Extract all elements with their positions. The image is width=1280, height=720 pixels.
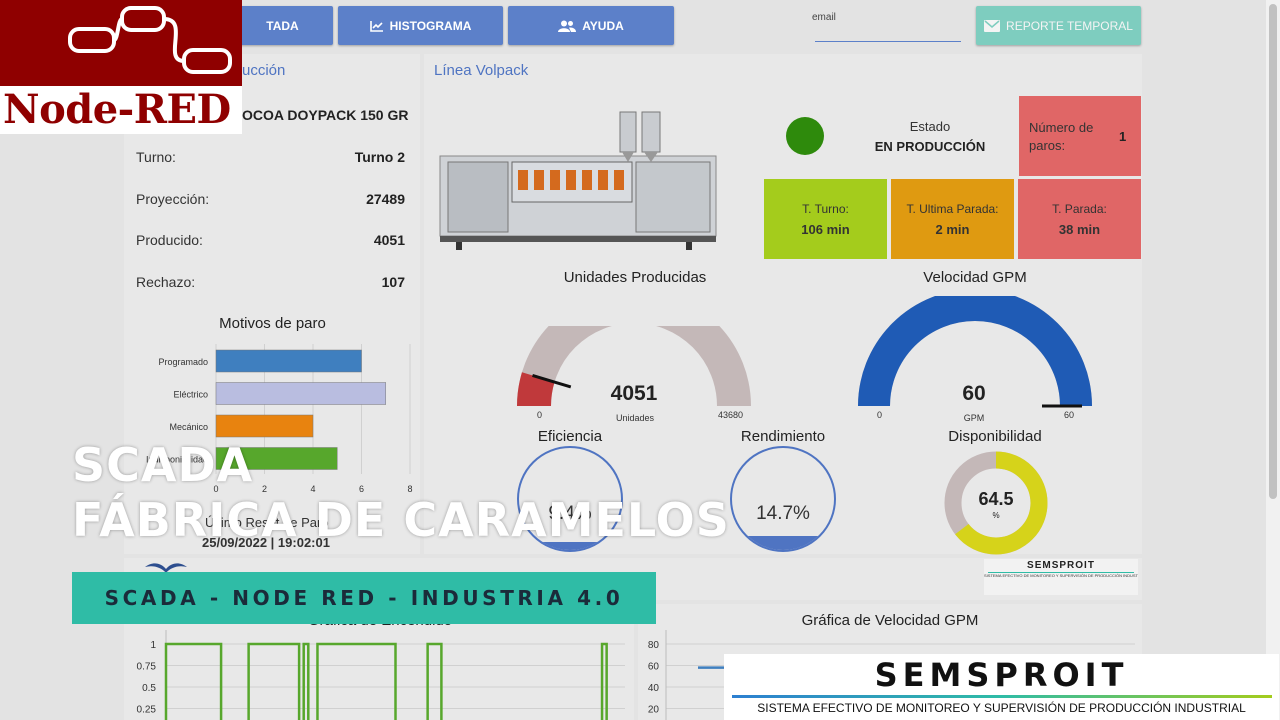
nav-button-histograma[interactable]: HISTOGRAMA [338,6,503,45]
units-gauge-min: 0 [537,410,543,420]
email-label: email [812,12,836,23]
rechazo-label: Rechazo: [136,274,196,290]
producido-value: 4051 [373,232,405,248]
report-button[interactable]: REPORTE TEMPORAL [976,6,1141,45]
category-label: Mecánico [169,422,208,432]
gauge-arc [517,372,555,407]
units-gauge-unit: Unidades [615,413,655,423]
producido-label: Producido: [136,232,203,248]
y-tick-label: 0.75 [137,662,157,673]
y-tick-label: 0.5 [142,683,156,694]
semsproit-name: SEMSPROIT [874,656,1129,694]
semsproit-small-tagline: SISTEMA EFECTIVO DE MONITOREO Y SUPERVIS… [984,573,1138,578]
velocidad-chart-title: Gráfica de Velocidad GPM [801,612,979,629]
rendimiento-ring [730,446,836,552]
product-name: OCOA DOYPACK 150 GR [242,107,409,123]
rendimiento-fill [732,536,834,550]
category-label: Eléctrico [173,390,208,400]
overlay-banner: SCADA - NODE RED - INDUSTRIA 4.0 [72,572,656,624]
overlay-banner-text: SCADA - NODE RED - INDUSTRIA 4.0 [104,586,624,610]
speed-gauge-unit: GPM [963,413,985,423]
y-tick-label: 80 [648,640,660,651]
nav-button-label: AYUDA [582,18,624,33]
turno-value: Turno 2 [354,149,405,165]
semsproit-divider [732,695,1272,698]
bar [215,382,386,405]
units-gauge-value: 4051 [610,382,658,405]
status-indicator [786,117,824,155]
y-tick-label: 40 [648,683,660,694]
bar [215,349,362,373]
nav-button-ayuda[interactable]: AYUDA [508,6,674,45]
machine-image [436,100,718,250]
paros-label: Número de paros: [1029,120,1094,153]
semsproit-logo: SEMSPROIT SISTEMA EFECTIVO DE MONITOREO … [724,654,1279,720]
motivos-chart-title: Motivos de paro [219,315,326,332]
users-icon [558,20,577,32]
disponibilidad-title: Disponibilidad [948,428,1042,445]
rechazo-value: 107 [381,274,405,290]
node-red-logo-text: Node-RED [3,86,231,133]
paros-tile: Número de paros: 1 [1019,96,1141,176]
chart-line-icon [369,20,383,32]
speed-gauge-title: Velocidad GPM [923,269,1027,286]
speed-gauge-min: 0 [877,410,883,420]
eficiencia-title: Eficiencia [537,428,603,445]
disponibilidad-unit: % [992,511,1000,520]
production-section-title: ucción [242,62,286,79]
estado-label: Estado [909,119,951,134]
node-red-flow-icon [68,6,232,74]
tile-tiempo-parada: T. Parada: 38 min [1018,179,1141,259]
paros-value: 1 [1119,129,1127,144]
encendido-chart: 1 0.75 0.5 0.25 [137,630,625,720]
nav-button-label: HISTOGRAMA [389,18,472,33]
category-label: Programado [158,357,208,367]
units-gauge-title: Unidades Producidas [563,269,707,286]
overlay-title-line1: SCADA [72,438,254,492]
line-title: Línea Volpack [434,62,529,79]
y-tick-label: 60 [648,662,660,673]
overlay-title-line2: FÁBRICA DE CARAMELOS [72,493,730,547]
speed-gauge-max: 60 [1064,410,1075,420]
tile-ultima-parada: T. Ultima Parada: 2 min [891,179,1014,259]
estado-value: EN PRODUCCIÓN [874,139,986,154]
tile-label: T. Ultima Parada: [906,201,999,216]
nav-button-label: TADA [266,18,299,33]
tile-value: 38 min [1058,221,1101,237]
disponibilidad-value: 64.5 [978,489,1014,509]
proyeccion-value: 27489 [366,191,405,207]
y-tick-label: 1 [150,640,156,651]
tile-label: T. Turno: [802,201,849,216]
report-button-label: REPORTE TEMPORAL [1006,18,1133,33]
semsproit-small-name: SEMSPROIT [1027,560,1095,571]
y-tick-label: 0.25 [137,705,157,716]
tile-value: 106 min [801,221,850,237]
node-red-logo: Node-RED [0,0,242,134]
tile-value: 2 min [935,221,970,237]
y-tick-label: 20 [648,705,660,716]
turno-label: Turno: [136,149,176,165]
proyeccion-label: Proyección: [136,191,210,207]
tile-label: T. Parada: [1052,201,1107,216]
tile-tiempo-turno: T. Turno: 106 min [764,179,887,259]
semsproit-tagline: SISTEMA EFECTIVO DE MONITOREO Y SUPERVIS… [757,701,1246,715]
email-field[interactable] [815,41,961,42]
rendimiento-value: 14.7% [756,503,810,524]
envelope-icon [984,19,1001,32]
rendimiento-title: Rendimiento [740,428,826,445]
speed-gauge-value: 60 [962,382,986,405]
semsproit-small-logo: SEMSPROIT SISTEMA EFECTIVO DE MONITOREO … [984,559,1138,595]
units-gauge-max: 43680 [718,410,744,420]
scrollbar-thumb[interactable] [1269,4,1277,499]
bar [215,414,314,438]
